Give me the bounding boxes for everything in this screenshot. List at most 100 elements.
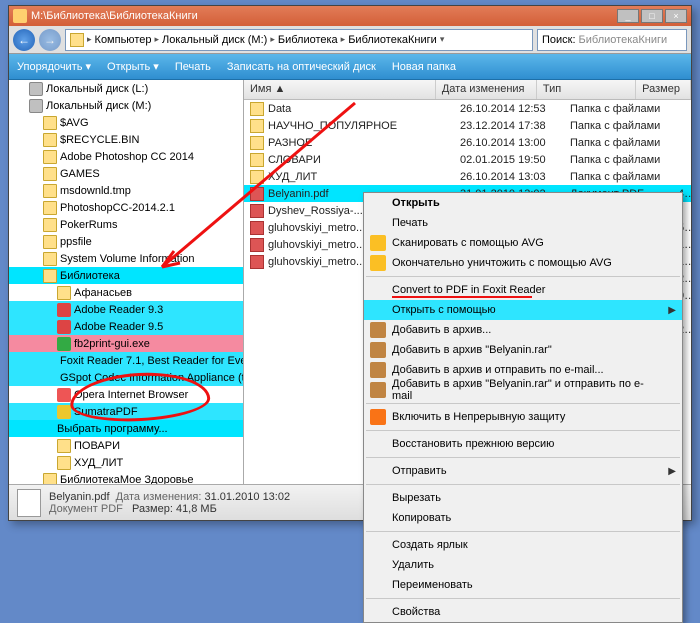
menu-item[interactable]: Свойства: [364, 602, 682, 622]
breadcrumb[interactable]: ▸ Компьютер ▸ Локальный диск (M:) ▸ Библ…: [65, 29, 533, 51]
search-label: Поиск:: [542, 34, 576, 46]
context-menu[interactable]: ОткрытьПечать Сканировать с помощью AVG Ок…: [363, 192, 683, 623]
menu-item[interactable]: Открыть с помощью▶: [364, 300, 682, 320]
tree-item[interactable]: fb2print-gui.exe: [9, 335, 243, 352]
file-row[interactable]: СЛОВАРИ02.01.2015 19:50Папка с файлами: [244, 151, 691, 168]
tree-item-label: Локальный диск (L:): [46, 83, 148, 95]
file-type: Папка с файлами: [564, 171, 672, 183]
file-row[interactable]: Data26.10.2014 12:53Папка с файлами: [244, 100, 691, 117]
new-folder-button[interactable]: Новая папка: [392, 61, 456, 73]
menu-item[interactable]: Вырезать: [364, 488, 682, 508]
menu-item[interactable]: Переименовать: [364, 575, 682, 595]
menu-item-label: Добавить в архив "Belyanin.rar" и отправ…: [392, 378, 654, 402]
folder-icon: [250, 170, 264, 184]
tree-item[interactable]: ppsfile: [9, 233, 243, 250]
tree-item[interactable]: Выбрать программу...: [9, 420, 243, 437]
tree-item[interactable]: GAMES: [9, 165, 243, 182]
tree-item[interactable]: Библиотека: [9, 267, 243, 284]
menu-item[interactable]: Сканировать с помощью AVG: [364, 233, 682, 253]
menu-item[interactable]: Добавить в архив и отправить по e-mail..…: [364, 360, 682, 380]
breadcrumb-item[interactable]: Компьютер: [95, 34, 152, 46]
maximize-button[interactable]: □: [641, 9, 663, 23]
print-button[interactable]: Печать: [175, 61, 211, 73]
breadcrumb-item[interactable]: БиблиотекаКниги: [348, 34, 437, 46]
tree-item[interactable]: Adobe Reader 9.3: [9, 301, 243, 318]
tree-item[interactable]: GSpot Codec Information Appliance (tm): [9, 369, 243, 386]
titlebar[interactable]: M:\Библиотека\БиблиотекаКниги _ □ ×: [9, 6, 691, 26]
file-thumbnail: [17, 489, 41, 517]
tree-item[interactable]: PokerRums: [9, 216, 243, 233]
tree-item[interactable]: System Volume Information: [9, 250, 243, 267]
folder-icon: [13, 9, 27, 23]
tree-item-label: ПОВАРИ: [74, 440, 120, 452]
disk-icon: [29, 82, 43, 96]
menu-item[interactable]: Создать ярлык: [364, 535, 682, 555]
tree-item[interactable]: Adobe Photoshop CC 2014: [9, 148, 243, 165]
menu-item[interactable]: Отправить▶: [364, 461, 682, 481]
tree-item[interactable]: $AVG: [9, 114, 243, 131]
status-date-label: Дата изменения:: [116, 491, 202, 503]
chevron-right-icon: ▸: [270, 34, 275, 45]
organize-button[interactable]: Упорядочить ▾: [17, 60, 91, 73]
file-row[interactable]: ХУД_ЛИТ26.10.2014 13:03Папка с файлами: [244, 168, 691, 185]
tree-item[interactable]: ПОВАРИ: [9, 437, 243, 454]
tree-item[interactable]: PhotoshopCC-2014.2.1: [9, 199, 243, 216]
col-size[interactable]: Размер: [636, 80, 691, 99]
forward-button[interactable]: →: [39, 29, 61, 51]
tree-item[interactable]: БиблиотекаМое Здоровье: [9, 471, 243, 484]
menu-item[interactable]: Convert to PDF in Foxit Reader: [364, 280, 682, 300]
close-button[interactable]: ×: [665, 9, 687, 23]
menu-separator: [366, 457, 680, 458]
folder-icon: [43, 252, 57, 266]
file-name: СЛОВАРИ: [268, 153, 321, 165]
tree-item[interactable]: Локальный диск (M:): [9, 97, 243, 114]
menu-item[interactable]: Печать: [364, 213, 682, 233]
file-date: 26.10.2014 12:53: [454, 103, 564, 115]
menu-item[interactable]: Добавить в архив...: [364, 320, 682, 340]
menu-item-label: Добавить в архив...: [392, 324, 491, 336]
search-input[interactable]: Поиск: БиблиотекаКниги: [537, 29, 687, 51]
menu-item[interactable]: Добавить в архив "Belyanin.rar" и отправ…: [364, 380, 682, 400]
tree-item[interactable]: $RECYCLE.BIN: [9, 131, 243, 148]
burn-button[interactable]: Записать на оптический диск: [227, 61, 376, 73]
file-row[interactable]: НАУЧНО_ПОПУЛЯРНОЕ23.12.2014 17:38Папка с…: [244, 117, 691, 134]
menu-item[interactable]: Открыть: [364, 193, 682, 213]
menu-item[interactable]: Восстановить прежнюю версию: [364, 434, 682, 454]
breadcrumb-item[interactable]: Библиотека: [278, 34, 338, 46]
folder-icon: [43, 235, 57, 249]
minimize-button[interactable]: _: [617, 9, 639, 23]
menu-item-label: Восстановить прежнюю версию: [392, 438, 554, 450]
tree-item[interactable]: Афанасьев: [9, 284, 243, 301]
arc-icon: [370, 342, 386, 358]
col-type[interactable]: Тип: [537, 80, 636, 99]
tree-item[interactable]: ХУД_ЛИТ: [9, 454, 243, 471]
tree-item[interactable]: Opera Internet Browser: [9, 386, 243, 403]
menu-item-label: Отправить: [392, 465, 447, 477]
menu-item-label: Сканировать с помощью AVG: [392, 237, 544, 249]
tree-item[interactable]: Foxit Reader 7.1, Best Reader for Everyd…: [9, 352, 243, 369]
breadcrumb-item[interactable]: Локальный диск (M:): [162, 34, 267, 46]
nav-tree[interactable]: Локальный диск (L:) Локальный диск (M:)$A…: [9, 80, 244, 484]
col-name[interactable]: Имя ▲: [244, 80, 436, 99]
menu-item[interactable]: Копировать: [364, 508, 682, 528]
window-buttons: _ □ ×: [617, 9, 687, 23]
tree-item[interactable]: SumatraPDF: [9, 403, 243, 420]
file-row[interactable]: РАЗНОЕ26.10.2014 13:00Папка с файлами: [244, 134, 691, 151]
tree-item-label: Выбрать программу...: [57, 423, 168, 435]
pdf-icon: [250, 255, 264, 269]
menu-item[interactable]: Добавить в архив "Belyanin.rar": [364, 340, 682, 360]
column-headers: Имя ▲ Дата изменения Тип Размер: [244, 80, 691, 100]
tree-item-label: ХУД_ЛИТ: [74, 457, 123, 469]
col-date[interactable]: Дата изменения: [436, 80, 537, 99]
menu-item[interactable]: Удалить: [364, 555, 682, 575]
tree-item[interactable]: Локальный диск (L:): [9, 80, 243, 97]
tree-item[interactable]: msdownld.tmp: [9, 182, 243, 199]
menu-item[interactable]: Включить в Непрерывную защиту: [364, 407, 682, 427]
menu-item[interactable]: Окончательно уничтожить с помощью AVG: [364, 253, 682, 273]
tree-item[interactable]: Adobe Reader 9.5: [9, 318, 243, 335]
tree-item-label: GSpot Codec Information Appliance (tm): [60, 372, 244, 384]
tree-item-label: $RECYCLE.BIN: [60, 134, 139, 146]
back-button[interactable]: ←: [13, 29, 35, 51]
open-button[interactable]: Открыть ▾: [107, 60, 159, 73]
chevron-down-icon[interactable]: ▾: [440, 34, 445, 45]
